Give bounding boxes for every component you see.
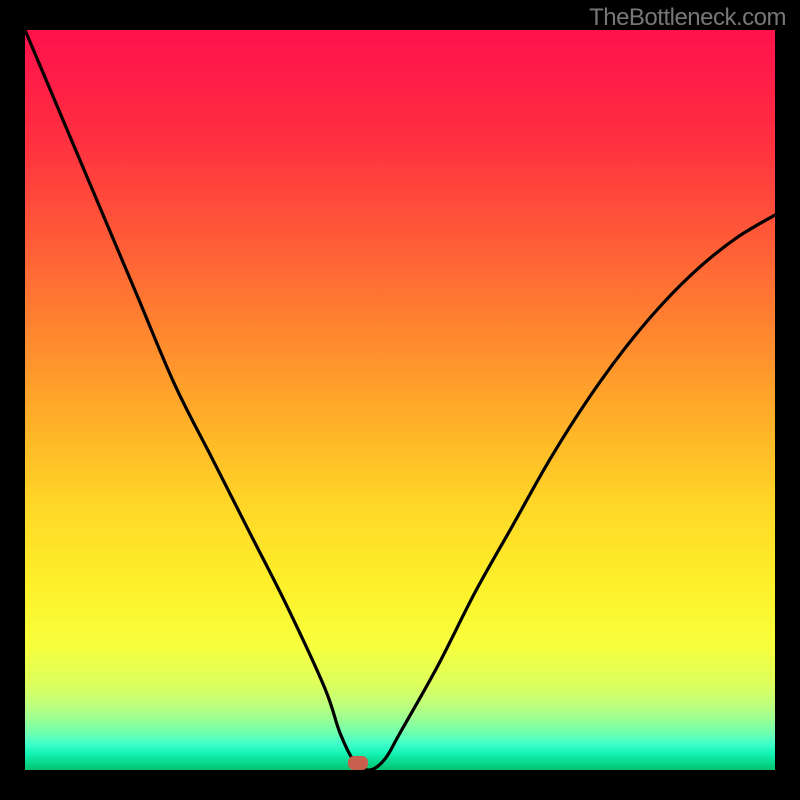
chart-container: TheBottleneck.com (0, 0, 800, 800)
bottleneck-curve (25, 30, 775, 770)
watermark-label: TheBottleneck.com (589, 4, 786, 32)
plot-area (25, 30, 775, 770)
minimum-marker (348, 756, 368, 770)
